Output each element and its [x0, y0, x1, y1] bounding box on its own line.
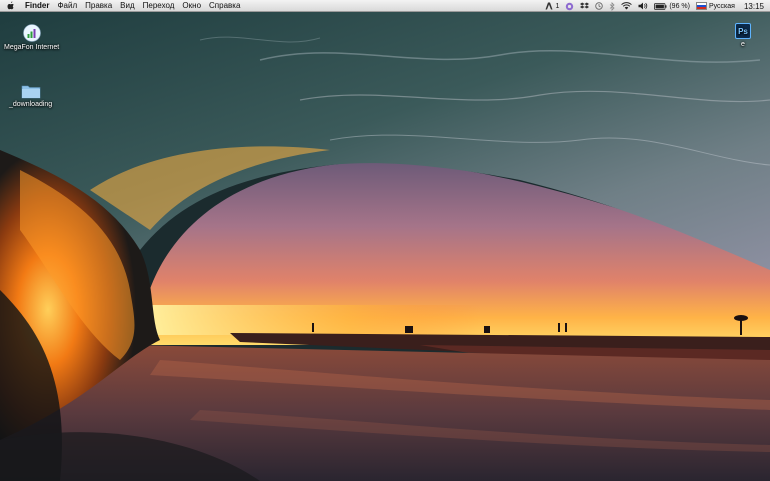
modem-signal-icon: [22, 24, 41, 42]
adobe-updater-status[interactable]: 1: [545, 0, 559, 12]
sync-status[interactable]: [565, 0, 574, 12]
menu-view[interactable]: Вид: [120, 0, 134, 12]
wifi-icon: [621, 2, 633, 10]
time-machine-status[interactable]: [595, 0, 604, 12]
sync-icon: [566, 2, 574, 10]
notification-count: 1: [555, 2, 560, 10]
menu-file[interactable]: Файл: [57, 0, 77, 12]
desktop-icon-label: _downloading: [9, 101, 53, 108]
dropbox-icon: [580, 2, 590, 9]
menu-bar: Finder Файл Правка Вид Переход Окно Спра…: [0, 0, 770, 12]
menu-window[interactable]: Окно: [182, 0, 201, 12]
menu-finder[interactable]: Finder: [25, 0, 49, 12]
desktop-icon-downloading[interactable]: _downloading: [9, 84, 52, 108]
russian-flag-icon: [695, 2, 707, 10]
adobe-icon: [545, 2, 553, 10]
battery-status[interactable]: (96 %): [654, 0, 690, 12]
bluetooth-icon: [610, 1, 615, 11]
desktop-icon-label: MegaFon Internet: [4, 44, 60, 51]
menu-edit[interactable]: Правка: [85, 0, 112, 12]
photoshop-icon: Ps: [735, 23, 751, 39]
battery-icon: [654, 2, 667, 10]
folder-icon: [21, 85, 40, 99]
wallpaper: [0, 0, 770, 481]
menu-help[interactable]: Справка: [209, 0, 240, 12]
input-language: Русская: [708, 2, 735, 10]
volume-control[interactable]: [638, 0, 648, 12]
desktop: Finder Файл Правка Вид Переход Окно Спра…: [0, 0, 770, 481]
menu-go[interactable]: Переход: [143, 0, 175, 12]
desktop-icon-label: e: [741, 41, 745, 48]
dropbox-status[interactable]: [580, 0, 590, 12]
speaker-icon: [638, 2, 648, 10]
apple-menu-icon[interactable]: [6, 0, 15, 11]
bluetooth-status[interactable]: [609, 0, 615, 12]
time-machine-icon: [595, 2, 604, 10]
input-source-menu[interactable]: Русская: [695, 0, 735, 12]
desktop-icon-photoshop-file[interactable]: Ps e: [735, 23, 751, 48]
desktop-icon-megafon[interactable]: MegaFon Internet: [4, 24, 59, 51]
battery-percent: (96 %): [669, 2, 690, 10]
menu-clock[interactable]: 13:15: [744, 0, 764, 12]
wifi-status[interactable]: [621, 0, 633, 12]
